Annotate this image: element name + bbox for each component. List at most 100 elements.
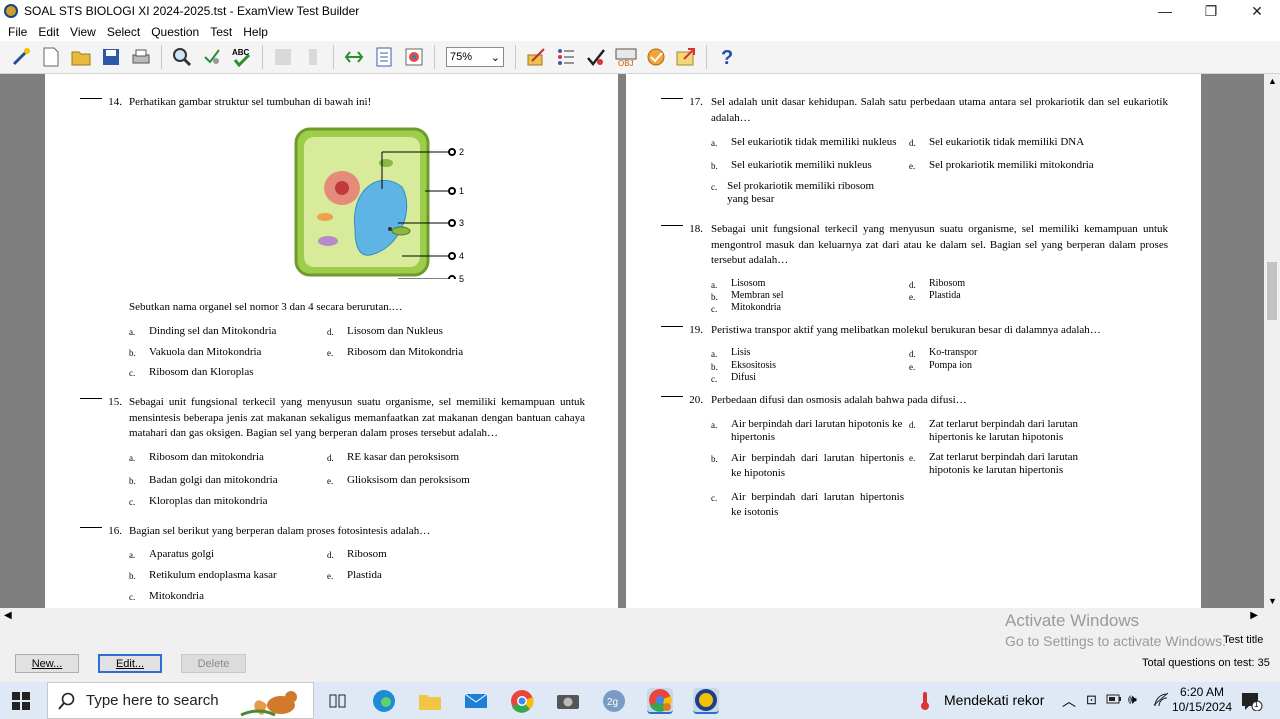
- calculator-icon[interactable]: [271, 45, 295, 69]
- restore-button[interactable]: ❐: [1188, 0, 1234, 22]
- question-list-icon[interactable]: [342, 45, 366, 69]
- option-letter: d.: [909, 420, 916, 430]
- scroll-left-icon[interactable]: ◀: [4, 610, 12, 621]
- help-icon[interactable]: ?: [715, 45, 739, 69]
- chevron-up-icon[interactable]: ︿: [1062, 691, 1076, 711]
- answer-option[interactable]: e. Plastida: [909, 290, 961, 303]
- answer-option[interactable]: e. Plastida: [327, 569, 382, 583]
- menu-test[interactable]: Test: [204, 25, 237, 39]
- answer-blank[interactable]: [661, 396, 683, 397]
- file-explorer-icon[interactable]: [417, 688, 443, 714]
- answer-blank[interactable]: [661, 225, 683, 226]
- replace-icon[interactable]: [200, 45, 224, 69]
- answer-blank[interactable]: [661, 326, 683, 327]
- clock[interactable]: 6:20 AM 10/15/2024: [1172, 685, 1232, 715]
- export-icon[interactable]: [674, 45, 698, 69]
- answer-option[interactable]: e. Ribosom dan Mitokondria: [327, 346, 463, 360]
- scroll-right-icon[interactable]: ▶: [1250, 610, 1258, 621]
- answer-option[interactable]: c. Air berpindah dari larutan hipertonis …: [711, 490, 904, 520]
- find-icon[interactable]: [170, 45, 194, 69]
- zoom-select[interactable]: 75% ⌄: [446, 47, 504, 67]
- grade-icon[interactable]: [644, 45, 668, 69]
- task-view-icon[interactable]: [325, 688, 351, 714]
- answer-option[interactable]: b. Retikulum endoplasma kasar: [129, 569, 277, 583]
- tool-icon[interactable]: [301, 45, 325, 69]
- option-text: Ribosom dan Mitokondria: [347, 346, 464, 358]
- taskbar-search-box[interactable]: Type here to search: [47, 682, 314, 719]
- new-button[interactable]: New...: [15, 654, 79, 673]
- answer-option[interactable]: a. Air berpindah dari larutan hipotonis k…: [711, 418, 904, 444]
- battery-icon[interactable]: [1106, 693, 1122, 708]
- answer-option[interactable]: d. Sel eukariotik tidak memiliki DNA: [909, 136, 1084, 150]
- delete-button[interactable]: Delete: [181, 654, 246, 673]
- menu-help[interactable]: Help: [237, 25, 273, 39]
- chrome-profile-icon[interactable]: [647, 688, 673, 714]
- picture-icon[interactable]: [402, 45, 426, 69]
- answer-option[interactable]: d. Ribosom: [327, 548, 387, 562]
- answer-option[interactable]: d. Zat terlarut berpindah dari larutan hi…: [909, 418, 1089, 444]
- check-answers-icon[interactable]: [584, 45, 608, 69]
- scroll-up-icon[interactable]: ▲: [1268, 76, 1277, 86]
- mail-icon[interactable]: [463, 688, 489, 714]
- answer-option[interactable]: a. Aparatus golgi: [129, 548, 214, 562]
- open-folder-icon[interactable]: [69, 45, 93, 69]
- print-icon[interactable]: [129, 45, 153, 69]
- answer-blank[interactable]: [80, 398, 102, 399]
- answer-option[interactable]: e. Pompa ion: [909, 360, 972, 373]
- new-file-icon[interactable]: [39, 45, 63, 69]
- spell-check-icon[interactable]: ABC: [230, 45, 254, 69]
- answer-option[interactable]: c. Mitokondria: [129, 590, 204, 604]
- answer-option[interactable]: e. Sel prokariotik memiliki mitokondria: [909, 159, 1094, 173]
- scroll-down-icon[interactable]: ▼: [1268, 596, 1277, 606]
- scrollbar-thumb[interactable]: [1267, 262, 1277, 320]
- answer-option[interactable]: b. Badan golgi dan mitokondria: [129, 474, 278, 488]
- answer-option[interactable]: a. Ribosom dan mitokondria: [129, 451, 264, 465]
- answer-option[interactable]: d. Ko-transpor: [909, 347, 977, 360]
- answer-option[interactable]: a. Lisis: [711, 347, 750, 360]
- wizard-icon[interactable]: [9, 45, 33, 69]
- volume-icon[interactable]: 🕪: [1128, 691, 1137, 708]
- answer-option[interactable]: d. RE kasar dan peroksisom: [327, 451, 459, 465]
- edge-browser-icon[interactable]: [371, 688, 397, 714]
- vertical-scrollbar[interactable]: ▲ ▼: [1264, 74, 1280, 608]
- menu-edit[interactable]: Edit: [32, 25, 64, 39]
- menu-view[interactable]: View: [64, 25, 101, 39]
- answer-blank[interactable]: [80, 527, 102, 528]
- close-button[interactable]: ✕: [1234, 0, 1280, 22]
- edit-question-icon[interactable]: [524, 45, 548, 69]
- toolbar-separator: [161, 45, 162, 69]
- phone-link-icon[interactable]: 2g: [601, 688, 627, 714]
- answer-option[interactable]: b. Air berpindah dari larutan hipertonis …: [711, 451, 904, 481]
- answer-option[interactable]: c. Sel prokariotik memiliki ribosom yang …: [711, 180, 886, 206]
- menu-select[interactable]: Select: [101, 25, 145, 39]
- camera-icon[interactable]: [555, 688, 581, 714]
- answer-option[interactable]: e. Glioksisom dan peroksisom: [327, 474, 470, 488]
- answer-option[interactable]: c. Ribosom dan Kloroplas: [129, 366, 254, 380]
- page-layout-icon[interactable]: [372, 45, 396, 69]
- notifications-icon[interactable]: 1: [1241, 691, 1263, 714]
- edit-button[interactable]: Edit...: [98, 654, 162, 673]
- answer-option[interactable]: a. Sel eukariotik tidak memiliki nukleus: [711, 136, 901, 150]
- answer-option[interactable]: d. Lisosom dan Nukleus: [327, 325, 443, 339]
- windows-start-icon[interactable]: [12, 692, 30, 713]
- examview-taskbar-icon[interactable]: [693, 688, 719, 714]
- answer-option[interactable]: b. Sel eukariotik memiliki nukleus: [711, 159, 872, 173]
- answer-option[interactable]: c. Mitokondria: [711, 302, 781, 315]
- answer-option[interactable]: c. Kloroplas dan mitokondria: [129, 495, 268, 509]
- chrome-icon[interactable]: [509, 688, 535, 714]
- answer-blank[interactable]: [80, 98, 102, 99]
- numbered-list-icon[interactable]: [554, 45, 578, 69]
- meet-now-icon[interactable]: ⊡: [1086, 692, 1097, 708]
- answer-option[interactable]: b. Vakuola dan Mitokondria: [129, 346, 261, 360]
- menu-question[interactable]: Question: [145, 25, 204, 39]
- weather-text[interactable]: Mendekati rekor: [944, 692, 1044, 708]
- wifi-icon[interactable]: [1152, 691, 1170, 710]
- answer-blank[interactable]: [661, 98, 683, 99]
- online-test-icon[interactable]: OBJ: [614, 45, 638, 69]
- answer-option[interactable]: a. Dinding sel dan Mitokondria: [129, 325, 276, 339]
- answer-option[interactable]: e. Zat terlarut berpindah dari larutan hi…: [909, 451, 1089, 477]
- answer-option[interactable]: c. Difusi: [711, 372, 756, 385]
- menu-file[interactable]: File: [2, 25, 32, 39]
- save-icon[interactable]: [99, 45, 123, 69]
- minimize-button[interactable]: —: [1142, 0, 1188, 22]
